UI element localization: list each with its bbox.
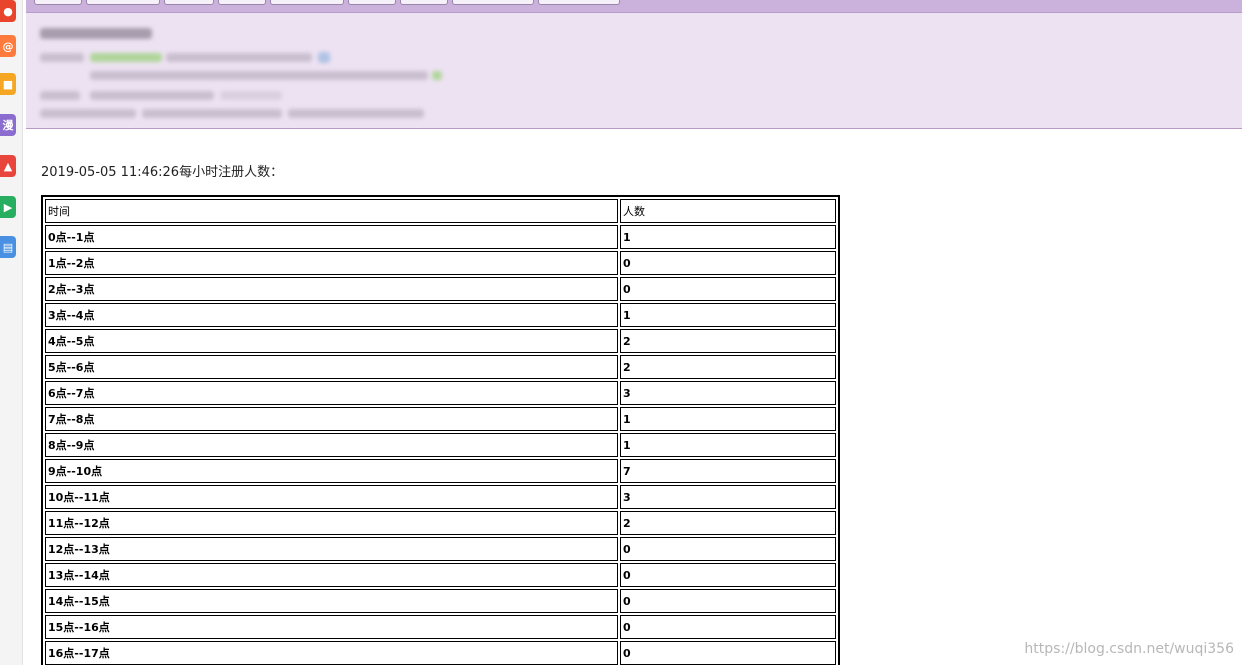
table-row: 14点--15点 0 <box>45 589 836 613</box>
cell-time-range: 5点--6点 <box>45 355 618 379</box>
note-icon[interactable]: ▤ <box>0 236 16 258</box>
cell-registration-count: 3 <box>620 381 836 405</box>
watermark: https://blog.csdn.net/wuqi356 <box>1024 641 1234 657</box>
cell-time-range: 2点--3点 <box>45 277 618 301</box>
cell-registration-count: 3 <box>620 485 836 509</box>
recipient-list-blurred <box>90 71 428 80</box>
cell-time-range: 8点--9点 <box>45 433 618 457</box>
table-row: 8点--9点 1 <box>45 433 836 457</box>
table-row: 7点--8点 1 <box>45 407 836 431</box>
comic-icon[interactable]: 漫 <box>0 114 16 136</box>
cell-registration-count: 0 <box>620 615 836 639</box>
cell-time-range: 11点--12点 <box>45 511 618 535</box>
cell-registration-count: 2 <box>620 355 836 379</box>
toolbar-button-6[interactable] <box>348 0 396 5</box>
toolbar-button-5[interactable] <box>270 0 344 5</box>
table-row: 0点--1点 1 <box>45 225 836 249</box>
cell-registration-count: 7 <box>620 459 836 483</box>
cell-time-range: 14点--15点 <box>45 589 618 613</box>
time-value-blurred <box>90 91 214 100</box>
mail-subject-blurred <box>40 28 152 39</box>
weibo-icon[interactable]: ● <box>0 0 16 22</box>
cell-registration-count: 0 <box>620 641 836 665</box>
cell-time-range: 6点--7点 <box>45 381 618 405</box>
toolbar-button-1[interactable] <box>34 0 82 5</box>
cell-time-range: 10点--11点 <box>45 485 618 509</box>
cell-registration-count: 0 <box>620 251 836 275</box>
toolbar-button-8[interactable] <box>452 0 534 5</box>
table-row: 10点--11点 3 <box>45 485 836 509</box>
toolbar-button-9[interactable] <box>538 0 620 5</box>
hourly-registrations-table: 时间 人数 0点--1点 1 1点--2点 0 2点--3点 0 3点--4点 1 4点--5点… <box>41 195 840 665</box>
game-icon[interactable]: ▲ <box>0 155 16 177</box>
table-row: 11点--12点 2 <box>45 511 836 535</box>
table-row: 15点--16点 0 <box>45 615 836 639</box>
toolbar-button-4[interactable] <box>218 0 266 5</box>
cell-time-range: 7点--8点 <box>45 407 618 431</box>
cell-time-range: 13点--14点 <box>45 563 618 587</box>
table-row: 9点--10点 7 <box>45 459 836 483</box>
time-extra-blurred <box>220 91 282 100</box>
notice-text-blurred <box>142 109 282 118</box>
notice-link-blurred[interactable] <box>288 109 424 118</box>
table-row: 3点--4点 1 <box>45 303 836 327</box>
cell-time-range: 4点--5点 <box>45 329 618 353</box>
table-header-row: 时间 人数 <box>45 199 836 223</box>
cell-time-range: 3点--4点 <box>45 303 618 327</box>
recipient-more-icon[interactable] <box>432 71 442 80</box>
time-label-blurred <box>40 91 80 100</box>
cell-time-range: 9点--10点 <box>45 459 618 483</box>
column-header-count: 人数 <box>620 199 836 223</box>
table-row: 12点--13点 0 <box>45 537 836 561</box>
sender-name-blurred <box>90 53 162 62</box>
table-row: 5点--6点 2 <box>45 355 836 379</box>
cell-registration-count: 2 <box>620 511 836 535</box>
cell-time-range: 1点--2点 <box>45 251 618 275</box>
cell-registration-count: 0 <box>620 589 836 613</box>
at-mail-icon[interactable]: @ <box>0 35 16 57</box>
cell-registration-count: 2 <box>620 329 836 353</box>
table-row: 6点--7点 3 <box>45 381 836 405</box>
cell-registration-count: 1 <box>620 303 836 327</box>
table-row: 16点--17点 0 <box>45 641 836 665</box>
sender-card-icon[interactable] <box>318 52 330 63</box>
cell-time-range: 12点--13点 <box>45 537 618 561</box>
toolbar-button-7[interactable] <box>400 0 448 5</box>
table-row: 1点--2点 0 <box>45 251 836 275</box>
cell-time-range: 15点--16点 <box>45 615 618 639</box>
cell-registration-count: 0 <box>620 277 836 301</box>
cell-registration-count: 1 <box>620 225 836 249</box>
table-row: 2点--3点 0 <box>45 277 836 301</box>
video-icon[interactable]: ▶ <box>0 196 16 218</box>
mail-page: ● @ ■ 漫 ▲ ▶ ▤ 2019-05-05 11:46:26每小时注册人数… <box>0 0 1242 665</box>
sender-address-blurred <box>166 53 312 62</box>
column-header-time: 时间 <box>45 199 618 223</box>
cell-registration-count: 0 <box>620 537 836 561</box>
cell-registration-count: 0 <box>620 563 836 587</box>
toolbar-button-2[interactable] <box>86 0 160 5</box>
table-row: 13点--14点 0 <box>45 563 836 587</box>
cell-time-range: 0点--1点 <box>45 225 618 249</box>
table-row: 4点--5点 2 <box>45 329 836 353</box>
toolbar-button-3[interactable] <box>164 0 214 5</box>
cell-registration-count: 1 <box>620 433 836 457</box>
cell-registration-count: 1 <box>620 407 836 431</box>
mail-header <box>26 0 1242 129</box>
sender-label-blurred <box>40 53 84 62</box>
folder-icon[interactable]: ■ <box>0 73 16 95</box>
cell-time-range: 16点--17点 <box>45 641 618 665</box>
report-title: 2019-05-05 11:46:26每小时注册人数： <box>41 165 284 180</box>
notice-label-blurred <box>40 109 136 118</box>
mail-toolbar <box>26 0 1242 13</box>
app-icon-strip: ● @ ■ 漫 ▲ ▶ ▤ <box>0 0 23 665</box>
